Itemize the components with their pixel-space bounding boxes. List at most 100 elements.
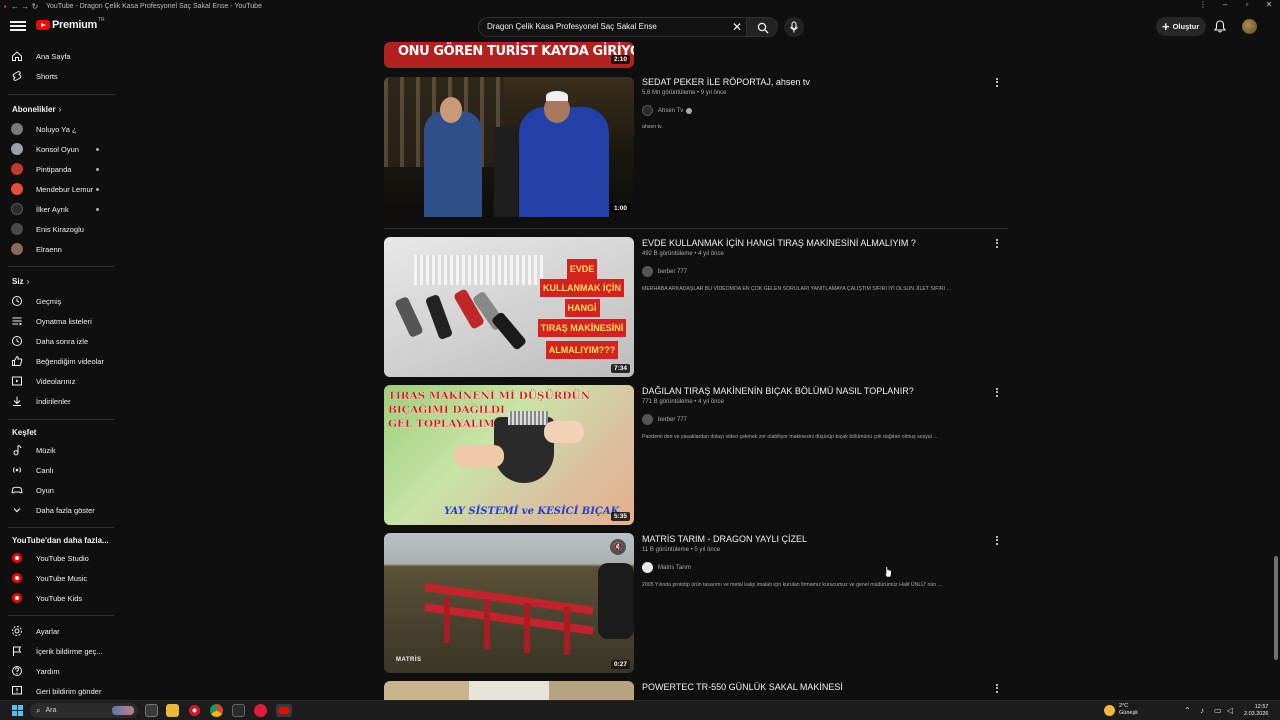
- channel-info[interactable]: berber 777: [642, 414, 687, 425]
- more-actions-icon[interactable]: [996, 76, 1000, 88]
- more-actions-icon[interactable]: [996, 237, 1000, 249]
- sidebar-item-subscription[interactable]: Noluyo Ya ¿: [0, 119, 114, 139]
- search-highlight-icon: [112, 706, 134, 715]
- more-actions-icon[interactable]: [996, 682, 1000, 694]
- video-thumbnail[interactable]: 1:00: [384, 77, 634, 217]
- windows-start-icon[interactable]: [12, 705, 23, 716]
- video-title[interactable]: DAĞILAN TIRAŞ MAKİNENİN BIÇAK BÖLÜMÜ NAS…: [642, 386, 914, 396]
- microphone-tray-icon[interactable]: ♪: [1200, 706, 1204, 715]
- video-thumbnail[interactable]: [384, 681, 634, 700]
- forward-icon[interactable]: →: [20, 2, 30, 11]
- notifications-icon[interactable]: [1214, 20, 1226, 33]
- search-button[interactable]: [746, 17, 778, 37]
- steam-icon[interactable]: [232, 704, 245, 717]
- sidebar-item-shorts[interactable]: Shorts: [0, 66, 114, 86]
- video-thumbnail[interactable]: TIRAŞ MAKİNENİ Mİ DÜŞÜRDÜN BIÇAĞIMI DAĞI…: [384, 385, 634, 525]
- file-explorer-icon[interactable]: [166, 704, 179, 717]
- thumbnail-overlay-text: ONU GÖREN TURİST KAYDA GİRİYOR!: [398, 44, 634, 59]
- gaming-icon: [11, 486, 23, 494]
- you-heading[interactable]: Siz ›: [12, 277, 29, 286]
- sidebar-item-downloads[interactable]: İndirilenler: [0, 391, 114, 411]
- guide-menu-icon[interactable]: [10, 19, 26, 33]
- new-content-dot: [96, 147, 99, 151]
- sidebar-item-subscription[interactable]: Elraenn: [0, 239, 114, 259]
- video-title[interactable]: EVDE KULLANMAK İÇİN HANGİ TIRAŞ MAKİNESİ…: [642, 238, 916, 248]
- sidebar-item-your-videos[interactable]: Videolarınız: [0, 371, 114, 391]
- new-content-dot: [96, 167, 99, 171]
- channel-info[interactable]: berber 777: [642, 266, 687, 277]
- thumb-line: TIRAŞ MAKİNESİNİ: [537, 319, 627, 337]
- search-input[interactable]: Dragon Çelik Kasa Profesyonel Saç Sakal …: [478, 17, 746, 37]
- sidebar-item-youtube-kids[interactable]: YouTube Kids: [0, 588, 114, 608]
- back-icon[interactable]: ←: [10, 2, 20, 11]
- chrome-icon[interactable]: [210, 704, 223, 717]
- task-view-icon[interactable]: [145, 704, 158, 717]
- sidebar-item-label: Videolarınız: [36, 376, 76, 386]
- subscriptions-heading[interactable]: Abonelikler ›: [12, 105, 61, 114]
- video-thumbnail[interactable]: ONU GÖREN TURİST KAYDA GİRİYOR! 2:10: [384, 42, 634, 68]
- sidebar-item-feedback[interactable]: Geri bildirim gönder: [0, 681, 114, 701]
- browser-menu-icon[interactable]: ⋮: [1192, 0, 1214, 9]
- sidebar-item-subscription[interactable]: Konsol Oyun: [0, 139, 114, 159]
- sidebar-item-home[interactable]: Ana Sayfa: [0, 46, 114, 66]
- youtube-logo[interactable]: Premium TR: [36, 17, 105, 31]
- thumb-line: GEL TOPLAYALIM: [388, 418, 495, 430]
- sidebar-item-youtube-music[interactable]: YouTube Music: [0, 568, 114, 588]
- account-avatar[interactable]: [1242, 19, 1257, 34]
- taskbar-search[interactable]: ⌕ Ara: [30, 703, 138, 718]
- minimize-icon[interactable]: –: [1214, 0, 1236, 9]
- more-actions-icon[interactable]: [996, 534, 1000, 546]
- sidebar-item-liked[interactable]: Beğendiğim videolar: [0, 351, 114, 371]
- thumb-line: TIRAŞ MAKİNENİ Mİ DÜŞÜRDÜN: [388, 390, 591, 402]
- sidebar-item-subscription[interactable]: İlker Ayrık: [0, 199, 114, 219]
- sidebar-item-report-history[interactable]: İçerik bildirme geç...: [0, 641, 114, 661]
- opera-icon[interactable]: [188, 704, 201, 717]
- thumb-line: BIÇAĞIMI DAĞILDI: [388, 404, 505, 416]
- sidebar-item-settings[interactable]: Ayarlar: [0, 621, 114, 641]
- youtube-pwa-icon[interactable]: [276, 704, 292, 717]
- system-clock[interactable]: 12:57 2.03.2026: [1244, 704, 1268, 718]
- weather-widget[interactable]: 2°C Güneşli: [1104, 703, 1138, 717]
- mute-icon[interactable]: 🔇: [610, 539, 626, 555]
- section-divider: [384, 228, 1008, 229]
- video-title[interactable]: MATRİS TARIM - DRAGON YAYLI ÇİZEL: [642, 534, 807, 544]
- sidebar-item-youtube-studio[interactable]: YouTube Studio: [0, 548, 114, 568]
- tray-overflow-icon[interactable]: ⌃: [1184, 706, 1191, 715]
- sidebar-item-subscription[interactable]: Enis Kirazoglu: [0, 219, 114, 239]
- settings-icon: [12, 626, 22, 636]
- sidebar-item-help[interactable]: Yardım: [0, 661, 114, 681]
- reload-icon[interactable]: ↻: [30, 2, 40, 11]
- video-thumbnail[interactable]: EVDE KULLANMAK İÇİN HANGİ TIRAŞ MAKİNESİ…: [384, 237, 634, 377]
- channel-avatar: [11, 183, 23, 195]
- youtube-app-icon[interactable]: [254, 704, 267, 717]
- more-actions-icon[interactable]: [996, 386, 1000, 398]
- channel-info[interactable]: Ahsen Tv: [642, 105, 693, 116]
- video-title[interactable]: POWERTEC TR-550 GÜNLÜK SAKAL MAKİNESİ: [642, 682, 843, 692]
- sidebar-item-gaming[interactable]: Oyun: [0, 480, 114, 500]
- thumb-line: KULLANMAK İÇİN: [540, 279, 624, 297]
- close-window-icon[interactable]: ✕: [1258, 0, 1280, 9]
- maximize-icon[interactable]: ▫: [1236, 0, 1258, 9]
- sidebar-item-watch-later[interactable]: Daha sonra izle: [0, 331, 114, 351]
- channel-info[interactable]: Matris Tarım: [642, 562, 691, 573]
- create-button[interactable]: + Oluştur: [1156, 17, 1206, 36]
- sidebar-item-music[interactable]: Müzik: [0, 440, 114, 460]
- voice-search-button[interactable]: [784, 17, 804, 37]
- sidebar-item-subscription[interactable]: Pintipanda: [0, 159, 114, 179]
- volume-icon[interactable]: ◁: [1227, 706, 1233, 715]
- scrollbar-thumb[interactable]: [1274, 556, 1278, 660]
- sidebar-item-label: Beğendiğim videolar: [36, 356, 104, 366]
- sidebar-item-subscription[interactable]: Mendebur Lemur: [0, 179, 114, 199]
- sidebar-item-live[interactable]: Canlı: [0, 460, 114, 480]
- clear-search-icon[interactable]: ✕: [732, 20, 742, 34]
- network-icon[interactable]: ▭: [1214, 706, 1222, 715]
- sidebar-item-history[interactable]: Geçmiş: [0, 291, 114, 311]
- explore-heading: Keşfet: [12, 428, 37, 437]
- sidebar-item-playlists[interactable]: Oynatma listeleri: [0, 311, 114, 331]
- channel-name: Matris Tarım: [658, 564, 691, 571]
- sidebar-item-label: Yardım: [36, 666, 60, 676]
- sidebar-item-label: Ana Sayfa: [36, 51, 71, 61]
- sidebar-item-show-more[interactable]: Daha fazla göster: [0, 500, 114, 520]
- video-title[interactable]: SEDAT PEKER İLE RÖPORTAJ, ahsen tv: [642, 77, 810, 87]
- video-thumbnail[interactable]: 🔇 MATRİS 0:27: [384, 533, 634, 673]
